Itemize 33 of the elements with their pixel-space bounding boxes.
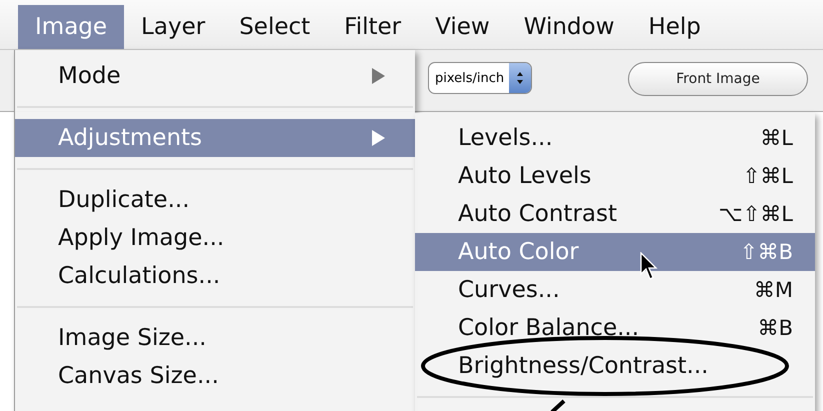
- shortcut-label: ⌘B: [758, 316, 793, 340]
- menu-item[interactable]: Apply Image...: [15, 219, 415, 257]
- menu-item[interactable]: Duplicate...: [15, 181, 415, 219]
- menu-item[interactable]: Adjustments: [15, 119, 415, 157]
- menu-item[interactable]: Image Size...: [15, 319, 415, 357]
- front-image-button[interactable]: Front Image: [628, 62, 808, 96]
- unit-select[interactable]: pixels/inch: [428, 62, 532, 94]
- shortcut-label: ⌥⇧⌘L: [718, 202, 793, 226]
- menu-title[interactable]: Layer: [124, 5, 222, 49]
- menu-item[interactable]: Mode: [15, 57, 415, 95]
- shortcut-label: ⇧⌘L: [742, 164, 793, 188]
- menu-item[interactable]: Calculations...: [15, 257, 415, 295]
- menu-item[interactable]: Curves... ⌘M: [415, 271, 815, 309]
- menu-title[interactable]: View: [418, 5, 507, 49]
- menu-item[interactable]: Auto Levels ⇧⌘L: [415, 157, 815, 195]
- menu-item[interactable]: Auto Color ⇧⌘B: [415, 233, 815, 271]
- menu-item[interactable]: Canvas Size...: [15, 357, 415, 395]
- menu-title[interactable]: Select: [222, 5, 328, 49]
- menu-item[interactable]: Brightness/Contrast...: [415, 347, 815, 385]
- stepper-icon: [516, 71, 524, 85]
- menu-item[interactable]: Auto Contrast ⌥⇧⌘L: [415, 195, 815, 233]
- menu-title[interactable]: Filter: [327, 5, 418, 49]
- menu-title[interactable]: Image: [18, 5, 124, 49]
- shortcut-label: ⌘M: [754, 278, 793, 302]
- mouse-pointer-icon: [640, 252, 658, 280]
- shortcut-label: ⌘L: [760, 126, 793, 150]
- shortcut-label: ⇧⌘B: [740, 240, 793, 264]
- menu-item[interactable]: Levels... ⌘L: [415, 119, 815, 157]
- leader-line: [550, 399, 566, 411]
- menu-title[interactable]: Help: [631, 5, 718, 49]
- menu-item[interactable]: Color Balance... ⌘B: [415, 309, 815, 347]
- menu-title[interactable]: Window: [506, 5, 632, 49]
- unit-select-value: pixels/inch: [435, 70, 504, 86]
